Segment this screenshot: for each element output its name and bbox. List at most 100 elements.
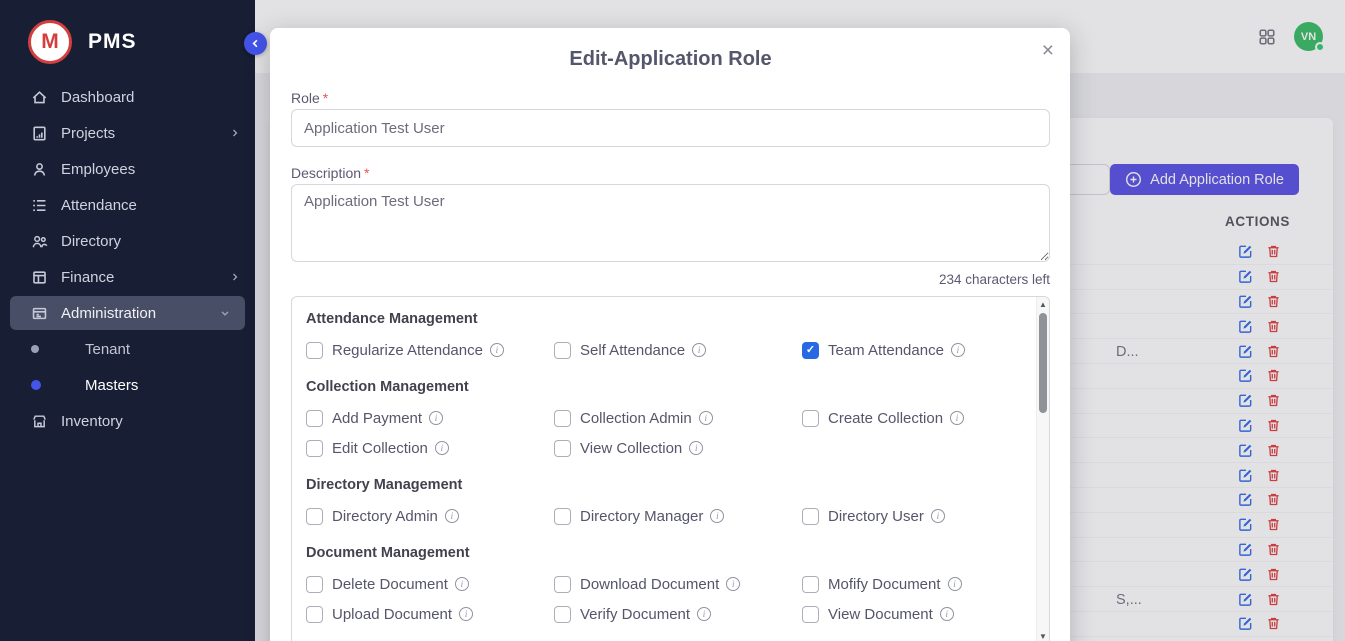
description-textarea[interactable]: Application Test User (291, 184, 1050, 262)
checkbox-directory-user[interactable]: Directory User (802, 501, 1019, 531)
info-icon[interactable] (490, 343, 504, 357)
checkbox-collection-admin[interactable]: Collection Admin (554, 403, 802, 433)
checkbox-box[interactable] (554, 342, 571, 359)
checkbox-directory-admin[interactable]: Directory Admin (306, 501, 554, 531)
checkbox-box[interactable] (306, 576, 323, 593)
permission-section-directory: Directory Management Directory Admin Dir… (306, 475, 1019, 531)
info-icon[interactable] (429, 411, 443, 425)
sidebar-item-attendance[interactable]: Attendance (0, 187, 255, 223)
checkbox-team-attendance[interactable]: Team Attendance (802, 335, 1019, 365)
checkbox-box[interactable] (554, 508, 571, 525)
app-logo: M PMS (0, 0, 255, 66)
checkbox-label: Edit Collection (332, 440, 428, 457)
info-icon[interactable] (689, 441, 703, 455)
checkbox-delete-document[interactable]: Delete Document (306, 569, 554, 599)
finance-icon (31, 268, 49, 286)
person-icon (31, 160, 49, 178)
checkbox-regularize-attendance[interactable]: Regularize Attendance (306, 335, 554, 365)
checkbox-box[interactable] (306, 440, 323, 457)
info-icon[interactable] (692, 343, 706, 357)
sidebar-item-label: Dashboard (61, 89, 241, 106)
checkbox-view-collection[interactable]: View Collection (554, 433, 802, 463)
info-icon[interactable] (950, 411, 964, 425)
checkbox-box[interactable] (554, 440, 571, 457)
checkbox-box[interactable] (306, 342, 323, 359)
info-icon[interactable] (459, 607, 473, 621)
sidebar-item-label: Finance (61, 269, 229, 286)
app-name: PMS (88, 30, 137, 54)
sidebar-item-inventory[interactable]: Inventory (0, 403, 255, 439)
sidebar-item-masters[interactable]: Masters (0, 367, 255, 403)
checkbox-label: Self Attendance (580, 342, 685, 359)
info-icon[interactable] (726, 577, 740, 591)
checkbox-box[interactable] (554, 606, 571, 623)
info-icon[interactable] (710, 509, 724, 523)
checkbox-box[interactable] (802, 342, 819, 359)
checkbox-verify-document[interactable]: Verify Document (554, 599, 802, 629)
sidebar-item-dashboard[interactable]: Dashboard (0, 79, 255, 115)
sidebar-item-administration[interactable]: Administration (10, 296, 245, 330)
info-icon[interactable] (445, 509, 459, 523)
logo-icon: M (28, 20, 72, 64)
checkbox-box[interactable] (306, 508, 323, 525)
info-icon[interactable] (435, 441, 449, 455)
checkbox-self-attendance[interactable]: Self Attendance (554, 335, 802, 365)
checkbox-box[interactable] (306, 410, 323, 427)
permissions-panel: Attendance Management Regularize Attenda… (291, 296, 1050, 641)
sidebar: M PMS Dashboard Projects Employees (0, 0, 255, 641)
sidebar-item-tenant[interactable]: Tenant (0, 331, 255, 367)
checkbox-label: Collection Admin (580, 410, 692, 427)
chevron-left-icon (250, 38, 261, 49)
info-icon[interactable] (697, 607, 711, 621)
checkbox-label: Delete Document (332, 576, 448, 593)
checkbox-label: Regularize Attendance (332, 342, 483, 359)
permission-section-document: Document Management Delete Document Down… (306, 543, 1019, 629)
sidebar-item-finance[interactable]: Finance (0, 259, 255, 295)
checkbox-box[interactable] (802, 508, 819, 525)
info-icon[interactable] (699, 411, 713, 425)
checkbox-create-collection[interactable]: Create Collection (802, 403, 1019, 433)
checkbox-box[interactable] (306, 606, 323, 623)
role-input[interactable] (291, 109, 1050, 147)
bullet-icon (31, 345, 39, 353)
sidebar-collapse-button[interactable] (244, 32, 267, 55)
info-icon[interactable] (940, 607, 954, 621)
permission-section-collection: Collection Management Add Payment Collec… (306, 377, 1019, 463)
scroll-up-arrow-icon[interactable] (1037, 297, 1049, 311)
checkbox-box[interactable] (802, 606, 819, 623)
sidebar-item-projects[interactable]: Projects (0, 115, 255, 151)
info-icon[interactable] (931, 509, 945, 523)
checkbox-label: Verify Document (580, 606, 690, 623)
sidebar-item-directory[interactable]: Directory (0, 223, 255, 259)
info-icon[interactable] (951, 343, 965, 357)
checkbox-label: Directory Admin (332, 508, 438, 525)
checkbox-directory-manager[interactable]: Directory Manager (554, 501, 802, 531)
info-icon[interactable] (948, 577, 962, 591)
administration-icon (31, 304, 49, 322)
checkbox-box[interactable] (802, 576, 819, 593)
close-icon[interactable]: × (1042, 40, 1054, 61)
checkbox-upload-document[interactable]: Upload Document (306, 599, 554, 629)
checkbox-box[interactable] (554, 410, 571, 427)
sidebar-item-label: Projects (61, 125, 229, 142)
scrollbar-track[interactable] (1036, 297, 1049, 641)
checkbox-label: View Document (828, 606, 933, 623)
info-icon[interactable] (455, 577, 469, 591)
checkbox-mofify-document[interactable]: Mofify Document (802, 569, 1019, 599)
checkbox-view-document[interactable]: View Document (802, 599, 1019, 629)
sidebar-item-employees[interactable]: Employees (0, 151, 255, 187)
scroll-down-arrow-icon[interactable] (1037, 629, 1049, 641)
checkbox-label: Team Attendance (828, 342, 944, 359)
permission-section-attendance: Attendance Management Regularize Attenda… (306, 309, 1019, 365)
checkbox-edit-collection[interactable]: Edit Collection (306, 433, 554, 463)
scrollbar-thumb[interactable] (1039, 313, 1047, 413)
checkbox-label: Add Payment (332, 410, 422, 427)
checkbox-download-document[interactable]: Download Document (554, 569, 802, 599)
home-icon (31, 88, 49, 106)
sidebar-item-label: Tenant (85, 341, 130, 358)
checkbox-add-payment[interactable]: Add Payment (306, 403, 554, 433)
checkbox-box[interactable] (802, 410, 819, 427)
checkbox-label: View Collection (580, 440, 682, 457)
checkbox-box[interactable] (554, 576, 571, 593)
section-heading: Directory Management (306, 475, 1019, 495)
